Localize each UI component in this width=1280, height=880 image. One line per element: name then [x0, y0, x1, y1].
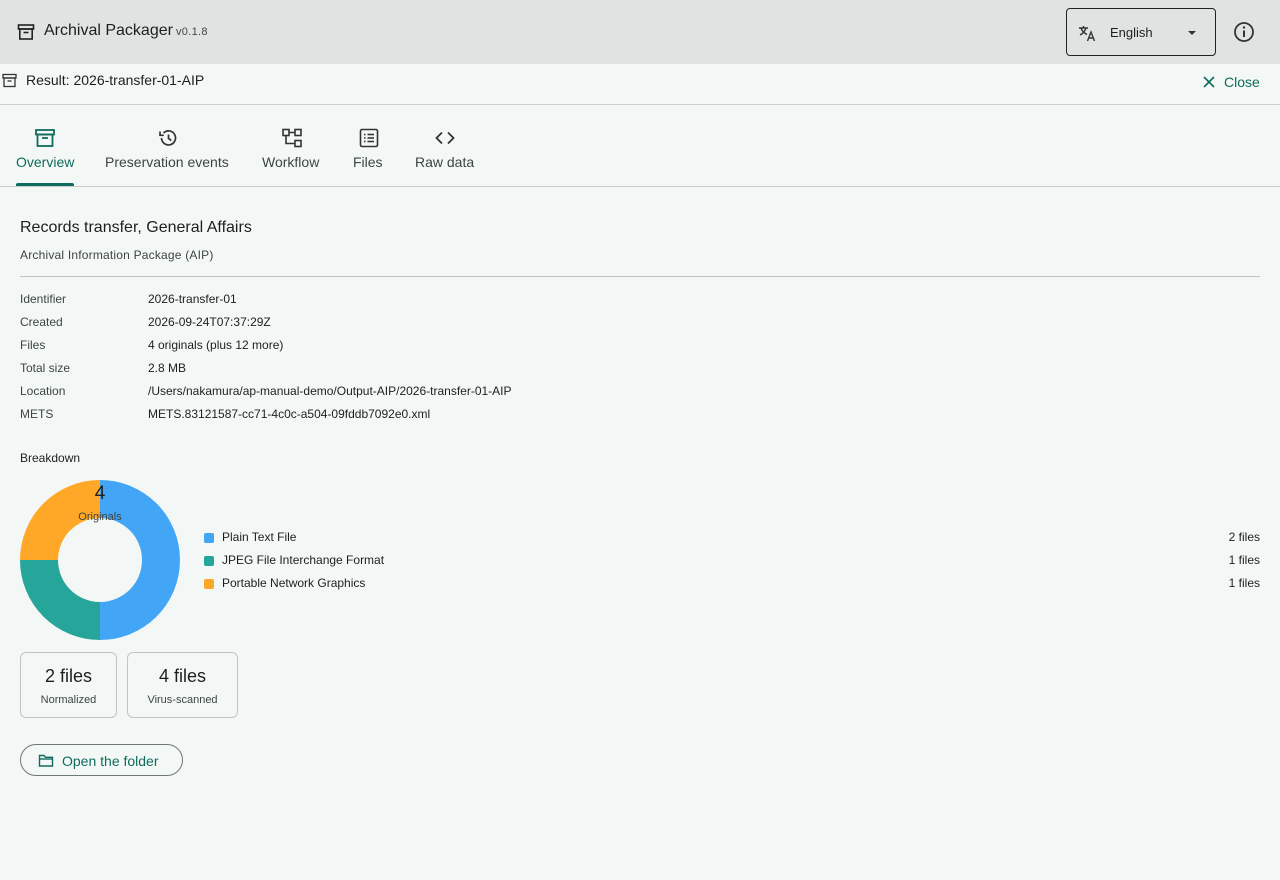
tab-overview[interactable]: Overview [16, 105, 74, 186]
metadata-key: Created [20, 315, 63, 329]
metadata-row: Total size 2.8 MB [20, 361, 1260, 379]
tab-label: Preservation events [105, 154, 229, 170]
workflow-icon [282, 128, 302, 148]
legend-count: 1 files [1228, 553, 1260, 567]
stat-value: 2 files [44, 666, 93, 686]
metadata-row: METS METS.83121587-cc71-4c0c-a504-09fddb… [20, 407, 1260, 425]
legend-item: Plain Text File 2 files [204, 530, 1260, 548]
legend-label: Plain Text File [222, 530, 297, 544]
legend-label: Portable Network Graphics [222, 576, 366, 590]
tab-label: Raw data [415, 154, 475, 170]
app-title: Archival Packager [44, 22, 173, 39]
metadata-key: Files [20, 338, 46, 352]
chevron-down-icon [1188, 31, 1196, 35]
stat-label: Virus-scanned [147, 694, 218, 706]
result-title: Result: 2026-transfer-01-AIP [26, 72, 205, 88]
metadata-row: Location /Users/nakamura/ap-manual-demo/… [20, 384, 1260, 402]
legend-label: JPEG File Interchange Format [222, 553, 385, 567]
legend-item: Portable Network Graphics 1 files [204, 576, 1260, 594]
archive-box-icon [35, 129, 55, 147]
metadata-value: 2.8 MB [148, 361, 187, 375]
tab-files[interactable]: Files [353, 105, 385, 186]
result-header: Result: 2026-transfer-01-AIP Close [0, 64, 1280, 105]
metadata-value: 2026-transfer-01 [148, 292, 237, 306]
package-type: Archival Information Package (AIP) [20, 248, 214, 262]
metadata-value: /Users/nakamura/ap-manual-demo/Output-AI… [148, 384, 512, 398]
archive-box-icon [17, 24, 35, 40]
tab-workflow[interactable]: Workflow [262, 105, 322, 186]
open-folder-label: Open the folder [62, 753, 159, 769]
legend-swatch [204, 533, 214, 543]
folder-icon [38, 754, 54, 767]
metadata-key: Location [20, 384, 66, 398]
archive-box-icon [2, 73, 17, 88]
language-select[interactable]: English [1066, 8, 1216, 56]
package-title: Records transfer, General Affairs [20, 219, 252, 236]
legend-count: 2 files [1228, 530, 1260, 544]
tab-label: Files [353, 154, 383, 170]
donut-center-value: 4 [94, 483, 106, 504]
language-value: English [1110, 25, 1153, 40]
app-version: v0.1.8 [176, 26, 208, 38]
list-icon [359, 128, 379, 148]
legend-swatch [204, 556, 214, 566]
tab-raw-data[interactable]: Raw data [415, 105, 475, 186]
legend-count: 1 files [1228, 576, 1260, 590]
stat-value: 4 files [158, 666, 207, 686]
translate-icon [1079, 26, 1096, 42]
divider [20, 276, 1260, 277]
open-folder-button[interactable]: Open the folder [20, 744, 183, 776]
metadata-value: METS.83121587-cc71-4c0c-a504-09fddb7092e… [148, 407, 431, 421]
close-button[interactable]: Close [1202, 70, 1260, 94]
close-icon [1203, 76, 1215, 88]
info-icon[interactable] [1232, 20, 1256, 44]
history-icon [159, 130, 177, 146]
tab-bar: Overview Preservation events Workflow Fi… [0, 105, 1280, 187]
code-icon [435, 131, 455, 145]
stat-label: Normalized [40, 694, 97, 706]
metadata-row: Files 4 originals (plus 12 more) [20, 338, 1260, 356]
metadata-key: Total size [20, 361, 71, 375]
legend-swatch [204, 579, 214, 589]
metadata-key: METS [20, 407, 54, 421]
legend-item: JPEG File Interchange Format 1 files [204, 553, 1260, 571]
app-bar: Archival Packager v0.1.8 English [0, 0, 1280, 64]
metadata-value: 4 originals (plus 12 more) [148, 338, 284, 352]
breakdown-title: Breakdown [20, 451, 81, 465]
stat-card-normalized: 2 files Normalized [20, 652, 117, 718]
tab-label: Overview [16, 154, 75, 170]
close-label: Close [1224, 74, 1260, 90]
donut-center-label: Originals [78, 511, 122, 523]
tab-label: Workflow [262, 154, 320, 170]
metadata-row: Identifier 2026-transfer-01 [20, 292, 1260, 310]
active-tab-indicator [16, 183, 74, 186]
metadata-key: Identifier [20, 292, 67, 306]
tab-preservation-events[interactable]: Preservation events [105, 105, 231, 186]
metadata-row: Created 2026-09-24T07:37:29Z [20, 315, 1260, 333]
stat-card-virus-scanned: 4 files Virus-scanned [127, 652, 238, 718]
donut-slice-jpeg-file-interchange-format [20, 560, 100, 640]
metadata-value: 2026-09-24T07:37:29Z [148, 315, 271, 329]
